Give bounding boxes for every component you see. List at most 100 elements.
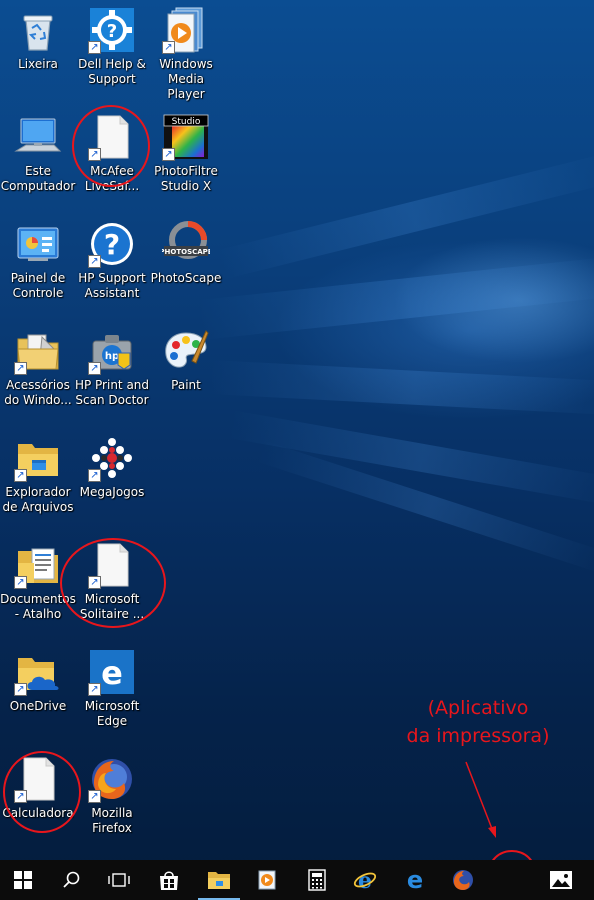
control-panel-icon (17, 227, 59, 261)
icon-label: Microsoft Solitaire ... (79, 592, 145, 621)
store-icon (160, 871, 178, 890)
start-button[interactable] (2, 860, 44, 900)
shortcut-arrow-icon: ↗ (162, 148, 175, 161)
icon-label: Windows Media Player (159, 57, 213, 101)
icon-label: Documentos - Atalho (0, 592, 76, 621)
edge-taskbar-button[interactable]: e (394, 860, 436, 900)
desktop-icon-este-computador[interactable]: Este Computador (0, 107, 76, 207)
windows-logo-icon (14, 871, 32, 889)
task-view-icon (108, 873, 130, 887)
studio-badge-text: Studio (172, 117, 201, 127)
calculator-icon (308, 869, 326, 891)
store-button[interactable] (148, 860, 190, 900)
shortcut-arrow-icon: ↗ (88, 683, 101, 696)
icon-label: Lixeira (18, 57, 58, 71)
icon-label: OneDrive (9, 699, 67, 713)
svg-text:e: e (101, 654, 123, 692)
desktop-icon-hp-support-assistant[interactable]: ? ↗ HP Support Assistant (74, 214, 150, 314)
ie-icon: e (353, 868, 377, 892)
svg-text:hp: hp (105, 351, 119, 362)
annotation-arrow-icon (465, 761, 496, 838)
desktop-icon-acessorios[interactable]: ↗ Acessórios do Windo... (0, 321, 76, 421)
search-icon (63, 871, 80, 888)
desktop-icon-recycle-bin[interactable]: Lixeira (0, 0, 76, 100)
desktop-icon-microsoft-edge[interactable]: e ↗ Microsoft Edge (74, 642, 150, 742)
annotation-text: (Aplicativo da impressora) (378, 694, 578, 750)
desktop-icon-onedrive[interactable]: ↗ OneDrive (0, 642, 76, 742)
shortcut-arrow-icon: ↗ (88, 148, 101, 161)
icon-label: McAfee LiveSaf... (84, 164, 140, 193)
icon-label: Explorador de Arquivos (2, 485, 74, 514)
firefox-icon (453, 870, 473, 890)
shortcut-arrow-icon: ↗ (88, 255, 101, 268)
computer-icon (14, 118, 62, 152)
wallpaper-beam (216, 153, 594, 280)
shortcut-arrow-icon: ↗ (88, 790, 101, 803)
shortcut-arrow-icon: ↗ (14, 683, 27, 696)
photos-taskbar-button[interactable] (540, 860, 582, 900)
icon-label: Calculadora (2, 806, 74, 820)
svg-text:e: e (407, 868, 423, 892)
printer-app-taskbar-button[interactable] (490, 860, 532, 900)
desktop-icon-documentos-atalho[interactable]: ↗ Documentos - Atalho (0, 535, 76, 635)
desktop-icon-photofiltre-studio-x[interactable]: Studio ↗ PhotoFiltre Studio X (148, 107, 224, 207)
annotation-line-2: da impressora) (406, 725, 550, 747)
icon-label: Mozilla Firefox (91, 806, 133, 835)
icon-label: Este Computador (0, 164, 76, 193)
shortcut-arrow-icon: ↗ (14, 362, 27, 375)
icon-label: Paint (171, 378, 201, 392)
shortcut-arrow-icon: ↗ (88, 469, 101, 482)
icon-label: PhotoScape (150, 271, 222, 285)
recycle-bin-icon (23, 15, 53, 51)
shortcut-arrow-icon: ↗ (88, 41, 101, 54)
desktop-icon-calculadora[interactable]: ↗ Calculadora (0, 749, 76, 849)
desktop-icon-explorador-de-arquivos[interactable]: ↗ Explorador de Arquivos (0, 428, 76, 528)
shortcut-arrow-icon: ↗ (14, 790, 27, 803)
photoscape-icon: PHOTOSCAPE (162, 221, 210, 259)
desktop[interactable]: Lixeira Este Computador Painel de Contro… (0, 0, 594, 900)
shortcut-arrow-icon: ↗ (162, 41, 175, 54)
shortcut-arrow-icon: ↗ (88, 362, 101, 375)
taskbar: e e (0, 860, 594, 900)
annotation-line-1: (Aplicativo (427, 697, 529, 719)
paint-icon (165, 330, 209, 368)
wallpaper-beam (209, 360, 594, 416)
desktop-icon-mcafee-livesafe[interactable]: ↗ McAfee LiveSaf... (74, 107, 150, 207)
desktop-icon-paint[interactable]: Paint (148, 321, 224, 421)
icon-label: Microsoft Edge (84, 699, 140, 728)
media-player-taskbar-button[interactable] (246, 860, 288, 900)
shortcut-arrow-icon: ↗ (14, 576, 27, 589)
internet-explorer-taskbar-button[interactable]: e (344, 860, 386, 900)
task-view-button[interactable] (98, 860, 140, 900)
icon-label: Painel de Controle (10, 271, 66, 300)
icon-label: Dell Help & Support (78, 57, 146, 86)
svg-text:?: ? (107, 21, 117, 42)
desktop-icon-windows-media-player[interactable]: ↗ Windows Media Player (148, 0, 224, 101)
file-explorer-taskbar-button[interactable] (198, 860, 240, 900)
photos-icon (550, 871, 572, 889)
shortcut-arrow-icon: ↗ (14, 469, 27, 482)
folder-icon (208, 872, 230, 889)
firefox-taskbar-button[interactable] (442, 860, 484, 900)
icon-label: HP Support Assistant (78, 271, 146, 300)
calculator-taskbar-button[interactable] (296, 860, 338, 900)
media-player-icon (258, 870, 276, 890)
edge-icon: e (407, 868, 423, 892)
search-button[interactable] (50, 860, 92, 900)
icon-label: Acessórios do Windo... (4, 378, 72, 407)
svg-text:e: e (358, 868, 372, 892)
icon-label: PhotoFiltre Studio X (154, 164, 218, 193)
icon-label: MegaJogos (79, 485, 145, 499)
svg-text:?: ? (104, 228, 120, 261)
photoscape-badge-text: PHOTOSCAPE (162, 248, 210, 256)
desktop-icon-hp-print-scan-doctor[interactable]: hp ↗ HP Print and Scan Doctor (74, 321, 150, 421)
desktop-icon-photoscape[interactable]: PHOTOSCAPE PhotoScape (148, 214, 224, 314)
desktop-icon-painel-de-controle[interactable]: Painel de Controle (0, 214, 76, 314)
icon-label: HP Print and Scan Doctor (74, 378, 150, 407)
desktop-icon-megajogos[interactable]: ↗ MegaJogos (74, 428, 150, 528)
desktop-icon-microsoft-solitaire[interactable]: ↗ Microsoft Solitaire ... (74, 535, 150, 635)
desktop-icon-dell-help-support[interactable]: ? ↗ Dell Help & Support (74, 0, 150, 100)
desktop-icon-mozilla-firefox[interactable]: ↗ Mozilla Firefox (74, 749, 150, 849)
shortcut-arrow-icon: ↗ (88, 576, 101, 589)
blank-icon (500, 869, 522, 891)
